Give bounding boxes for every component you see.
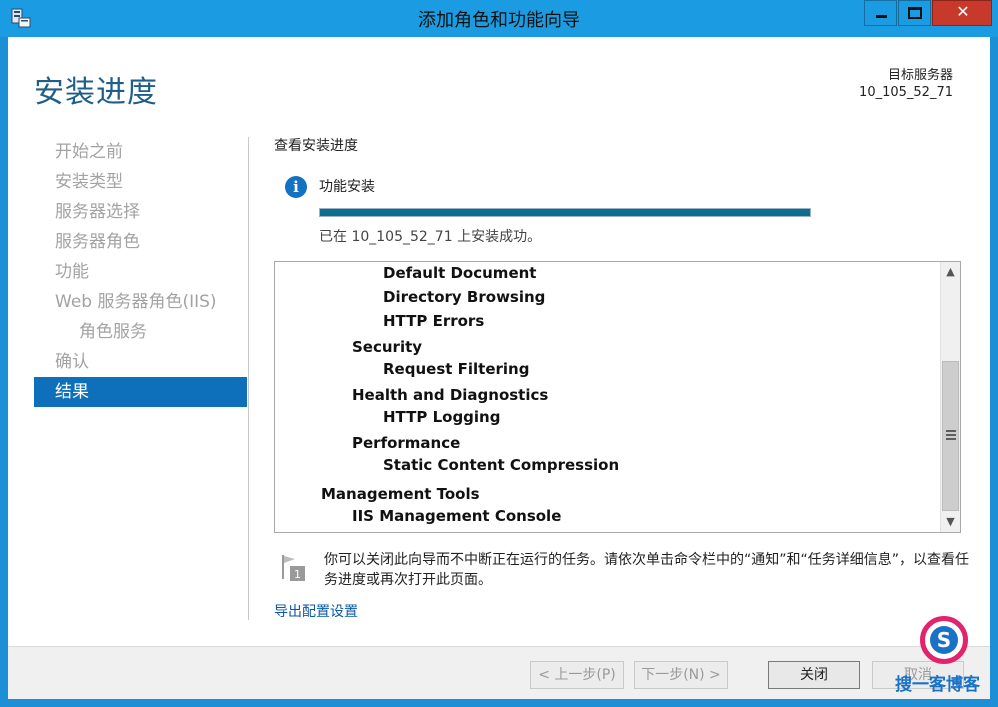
tree-item: HTTP Logging [383, 408, 501, 426]
feature-installation-label: 功能安装 [319, 179, 375, 195]
minimize-button[interactable] [864, 0, 897, 26]
next-button[interactable]: 下一步(N) > [634, 661, 728, 689]
nav-item-installation-type: 安装类型 [55, 172, 123, 192]
tree-item: HTTP Errors [383, 312, 485, 330]
tree-item: Performance [352, 434, 461, 452]
chevron-down-icon: ▼ [946, 515, 955, 528]
close-button[interactable]: 关闭 [768, 661, 860, 689]
wizard-footer: < 上一步(P) 下一步(N) > 关闭 取消 [8, 646, 990, 699]
watermark-circle-icon: S [920, 616, 968, 664]
title-bar[interactable]: 添加角色和功能向导 ✕ [0, 0, 998, 37]
nav-item-results[interactable]: 结果 [34, 377, 247, 407]
nav-item-before-you-begin: 开始之前 [55, 142, 123, 162]
target-server: 目标服务器 10_105_52_71 [859, 67, 953, 101]
nav-item-confirmation: 确认 [55, 352, 89, 372]
tree-item: Static Content Compression [383, 456, 620, 474]
nav-item-role-services: 角色服务 [79, 322, 147, 342]
maximize-button[interactable] [898, 0, 931, 26]
nav-item-server-selection: 服务器选择 [55, 202, 140, 222]
scrollbar-thumb[interactable] [942, 361, 959, 511]
scroll-up-button[interactable]: ▲ [941, 262, 960, 282]
progress-fill [320, 209, 810, 216]
nav-item-web-server-role: Web 服务器角色(IIS) [55, 292, 217, 312]
chevron-up-icon: ▲ [946, 265, 955, 278]
close-window-button[interactable]: ✕ [932, 0, 992, 26]
nav-divider [248, 137, 249, 620]
info-icon: i [285, 176, 307, 198]
notification-flag-icon: 1 [282, 555, 305, 581]
tree-item: Default Document [383, 264, 537, 282]
tree-item: Request Filtering [383, 360, 530, 378]
grip-icon [946, 430, 956, 440]
installation-progress-bar [319, 208, 811, 217]
previous-button[interactable]: < 上一步(P) [530, 661, 624, 689]
tree-item: IIS Management Console [352, 507, 562, 525]
target-server-label: 目标服务器 [887, 68, 953, 83]
maximize-icon [908, 7, 922, 19]
window-title: 添加角色和功能向导 [418, 10, 580, 31]
watermark-letter: S [930, 626, 958, 654]
wizard-client-area: 安装进度 目标服务器 10_105_52_71 开始之前 安装类型 服务器选择 … [8, 37, 990, 699]
close-icon: ✕ [956, 2, 970, 21]
install-status-text: 已在 10_105_52_71 上安装成功。 [319, 229, 542, 245]
tree-item: Directory Browsing [383, 288, 546, 306]
notice-text: 你可以关闭此向导而不中断正在运行的任务。请依次单击命令栏中的“通知”和“任务详细… [324, 552, 970, 588]
section-title: 查看安装进度 [274, 138, 358, 154]
watermark-text: 搜一客博客 [895, 675, 980, 695]
installed-features-list[interactable]: Default Document Directory Browsing HTTP E… [274, 261, 961, 533]
nav-item-features: 功能 [55, 262, 89, 282]
wizard-steps-nav: 开始之前 安装类型 服务器选择 服务器角色 功能 Web 服务器角色(IIS) … [34, 137, 247, 407]
page-title: 安装进度 [34, 75, 158, 110]
tree-item: Security [352, 338, 423, 356]
tree-item: Health and Diagnostics [352, 386, 549, 404]
scroll-down-button[interactable]: ▼ [941, 512, 960, 532]
watermark-logo: S 搜一客博客 [895, 614, 995, 704]
minimize-icon [876, 15, 887, 18]
nav-item-server-roles: 服务器角色 [55, 232, 140, 252]
export-configuration-link[interactable]: 导出配置设置 [274, 601, 358, 621]
wizard-window: 添加角色和功能向导 ✕ 安装进度 目标服务器 10_105_52_71 开始之前… [0, 0, 998, 707]
tree-item: Management Tools [321, 485, 480, 503]
vertical-scrollbar[interactable]: ▲ ▼ [940, 262, 960, 532]
target-server-value: 10_105_52_71 [859, 85, 953, 100]
notice-badge-number: 1 [294, 568, 301, 581]
